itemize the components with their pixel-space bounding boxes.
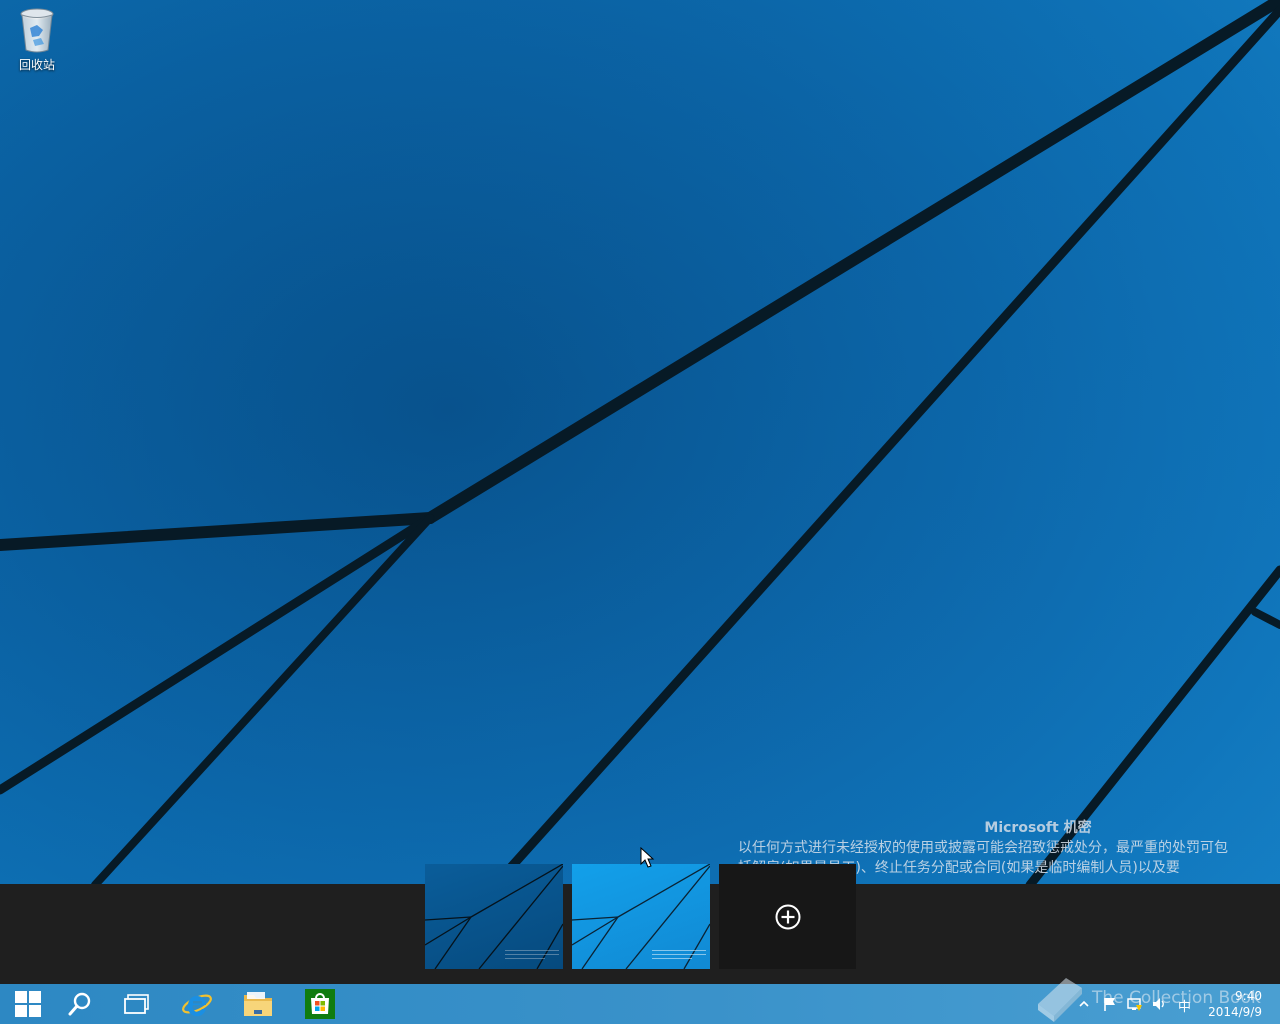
internet-explorer-icon [182,994,212,1017]
clock-time: 9:40 [1235,989,1262,1003]
recycle-bin-label: 回收站 [18,58,55,72]
desktop-2-wallpaper [572,864,710,969]
volume-icon[interactable] [1151,996,1167,1012]
search-button[interactable] [52,984,108,1024]
show-hidden-icons-icon[interactable] [1078,998,1090,1010]
task-view-icon [124,994,149,1014]
clock-date: 2014/9/9 [1208,1005,1262,1019]
confidential-line-1: 以任何方式进行未经授权的使用或披露可能会招致惩戒处分，最严重的处罚可包 [738,840,1228,856]
add-desktop-button[interactable] [719,864,856,969]
store-icon [305,989,335,1019]
internet-explorer-button[interactable] [169,984,225,1024]
windows-start-icon [15,991,41,1017]
action-center-flag-icon[interactable] [1102,996,1118,1012]
file-explorer-icon [244,992,272,1016]
network-icon[interactable] [1127,996,1143,1012]
recycle-bin[interactable]: 回收站 [8,6,66,73]
store-button[interactable] [292,984,348,1024]
clock[interactable]: 9:40 2014/9/9 [1192,988,1262,1020]
virtual-desktop-2-thumbnail[interactable] [572,864,710,969]
search-icon [68,992,91,1016]
virtual-desktop-1-thumbnail[interactable] [425,864,563,969]
recycle-bin-icon [20,8,54,53]
file-explorer-button[interactable] [230,984,286,1024]
desktop-1-wallpaper [425,864,563,969]
input-method-indicator[interactable]: 中 [1178,996,1191,1015]
start-button[interactable] [0,984,56,1024]
task-view-button[interactable] [109,984,165,1024]
mouse-cursor-icon [640,847,655,868]
confidential-title: Microsoft 机密 [984,820,1092,836]
plus-circle-icon [775,904,800,929]
